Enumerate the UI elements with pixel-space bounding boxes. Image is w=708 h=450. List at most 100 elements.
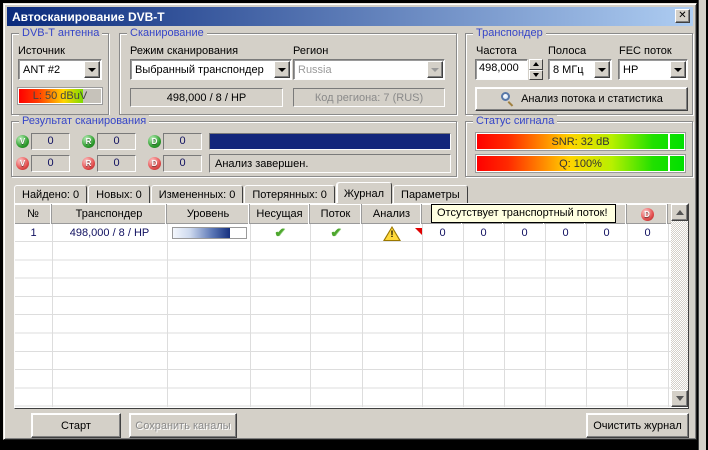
save-channels-button: Сохранить каналы xyxy=(129,413,237,438)
fec-combobox[interactable]: HP xyxy=(618,59,688,80)
column-header-num: № xyxy=(15,204,52,224)
row-transponder: 498,000 / 8 / HP xyxy=(52,224,167,242)
start-button[interactable]: Старт xyxy=(31,413,121,438)
chevron-down-icon xyxy=(88,68,96,72)
scan-mode-combobox-arrow[interactable] xyxy=(274,61,290,78)
column-header-analysis: Анализ xyxy=(362,204,422,224)
d-red-icon: D xyxy=(641,208,654,221)
scanning-group: Сканирование Режим сканирования Регион В… xyxy=(119,33,457,115)
region-combobox-value: Russia xyxy=(294,64,426,76)
band-combobox-value: 8 МГц xyxy=(549,64,593,76)
scan-status-text: Анализ завершен. xyxy=(215,158,308,170)
column-header-carrier: Несущая xyxy=(250,204,310,224)
column-header-level: Уровень xyxy=(167,204,250,224)
tab-changed[interactable]: Измененных: 0 xyxy=(151,185,244,204)
d-ok-count: 0 xyxy=(163,133,202,150)
table-row[interactable]: 1 498,000 / 8 / HP ✔ ✔ ! 0 0 0 0 0 0 xyxy=(15,224,671,242)
row-count-2: 0 xyxy=(504,224,545,242)
row-count-3: 0 xyxy=(545,224,586,242)
background-window-strip xyxy=(698,0,706,450)
analyze-stream-button[interactable]: Анализ потока и статистика xyxy=(475,87,688,111)
tab-new[interactable]: Новых: 0 xyxy=(88,185,150,204)
row-count-1: 0 xyxy=(463,224,504,242)
antenna-level-text: L: 50 dBuV xyxy=(33,90,87,102)
journal-grid: № Транспондер Уровень Несущая Поток Анал… xyxy=(14,203,689,409)
source-combobox-arrow[interactable] xyxy=(84,61,100,78)
row-num: 1 xyxy=(15,224,52,242)
chevron-down-icon xyxy=(278,68,286,72)
scan-mode-combobox-value: Выбранный транспондер xyxy=(131,64,273,76)
column-header-stream: Поток xyxy=(310,204,362,224)
r-ok-count: 0 xyxy=(97,133,136,150)
scan-progress-fill xyxy=(210,134,450,149)
quality-bar: Q: 100% xyxy=(476,155,685,172)
chevron-down-icon xyxy=(431,68,439,72)
snr-text: SNR: 32 dB xyxy=(551,136,609,148)
fec-combobox-value: HP xyxy=(619,64,669,76)
band-combobox[interactable]: 8 МГц xyxy=(548,59,612,80)
antenna-group-title: DVB-T антенна xyxy=(19,27,102,39)
tab-lost[interactable]: Потерянных: 0 xyxy=(244,185,335,204)
d-fail-count: 0 xyxy=(163,155,202,172)
snr-bar: SNR: 32 dB xyxy=(476,133,685,150)
v-ok-count: 0 xyxy=(31,133,70,150)
antenna-group: DVB-T антенна Источник ANT #2 L: 50 dBuV xyxy=(11,33,109,115)
fec-combobox-arrow[interactable] xyxy=(670,61,686,78)
analyze-stream-button-label: Анализ потока и статистика xyxy=(521,93,663,105)
transponder-group: Транспондер Частота Полоса FEC поток 498… xyxy=(465,33,693,115)
tab-journal[interactable]: Журнал xyxy=(336,182,392,204)
frequency-spin-down-button[interactable] xyxy=(529,70,543,81)
region-combobox-arrow xyxy=(427,61,443,78)
quality-bar-tick xyxy=(668,156,670,171)
v-ok-icon: V xyxy=(16,135,29,148)
band-combobox-arrow[interactable] xyxy=(594,61,610,78)
checkmark-icon: ✔ xyxy=(331,225,342,241)
d-ok-icon: D xyxy=(148,135,161,148)
scan-status-box: Анализ завершен. xyxy=(209,154,451,173)
vertical-scrollbar[interactable] xyxy=(671,204,688,407)
d-fail-icon: D xyxy=(148,157,161,170)
row-count-0: 0 xyxy=(422,224,463,242)
snr-bar-tick xyxy=(668,134,670,149)
spin-down-icon xyxy=(533,73,539,77)
signal-status-group-title: Статус сигнала xyxy=(473,115,557,127)
frequency-spinner[interactable]: 498,000 xyxy=(475,59,543,80)
row-carrier-cell: ✔ xyxy=(250,224,310,242)
dvbt-autoscan-dialog: Автосканирование DVB-T ✕ DVB-T антенна И… xyxy=(3,3,697,440)
region-label: Регион xyxy=(293,45,328,57)
row-stream-cell: ✔ xyxy=(310,224,362,242)
frequency-label: Частота xyxy=(476,45,517,57)
tooltip: Отсутствует транспортный поток! xyxy=(431,204,616,223)
window-title: Автосканирование DVB-T xyxy=(12,10,165,24)
column-header-d-red: D xyxy=(627,204,668,224)
r-ok-icon: R xyxy=(82,135,95,148)
band-label: Полоса xyxy=(548,45,586,57)
scan-mode-combobox[interactable]: Выбранный транспондер xyxy=(130,59,292,80)
frequency-input[interactable]: 498,000 xyxy=(475,59,528,80)
row-level-fill xyxy=(173,228,230,238)
r-fail-icon: R xyxy=(82,157,95,170)
row-level-bar xyxy=(172,227,247,239)
clear-journal-button[interactable]: Очистить журнал xyxy=(586,413,689,438)
scroll-up-button[interactable] xyxy=(671,204,688,221)
source-combobox-value: ANT #2 xyxy=(19,64,83,76)
source-combobox[interactable]: ANT #2 xyxy=(18,59,102,80)
column-header-transponder: Транспондер xyxy=(52,204,167,224)
scroll-down-button[interactable] xyxy=(671,390,688,407)
scan-mode-label: Режим сканирования xyxy=(130,45,238,57)
magnifier-icon xyxy=(500,92,514,106)
scan-progress-bar xyxy=(209,133,451,150)
region-code-text: Код региона: 7 (RUS) xyxy=(315,92,423,104)
close-button[interactable]: ✕ xyxy=(675,9,690,23)
tab-found[interactable]: Найдено: 0 xyxy=(14,185,87,204)
spin-up-icon xyxy=(533,62,539,66)
chevron-down-icon xyxy=(598,68,606,72)
tab-parameters[interactable]: Параметры xyxy=(393,185,468,204)
scan-result-group-title: Результат сканирования xyxy=(19,115,149,127)
transponder-summary-text: 498,000 / 8 / HP xyxy=(167,92,247,104)
fec-label: FEC поток xyxy=(619,45,672,57)
frequency-spin-up-button[interactable] xyxy=(529,59,543,70)
title-bar[interactable]: Автосканирование DVB-T ✕ xyxy=(7,7,693,26)
region-code-box: Код региона: 7 (RUS) xyxy=(293,88,445,107)
scanning-group-title: Сканирование xyxy=(127,27,207,39)
